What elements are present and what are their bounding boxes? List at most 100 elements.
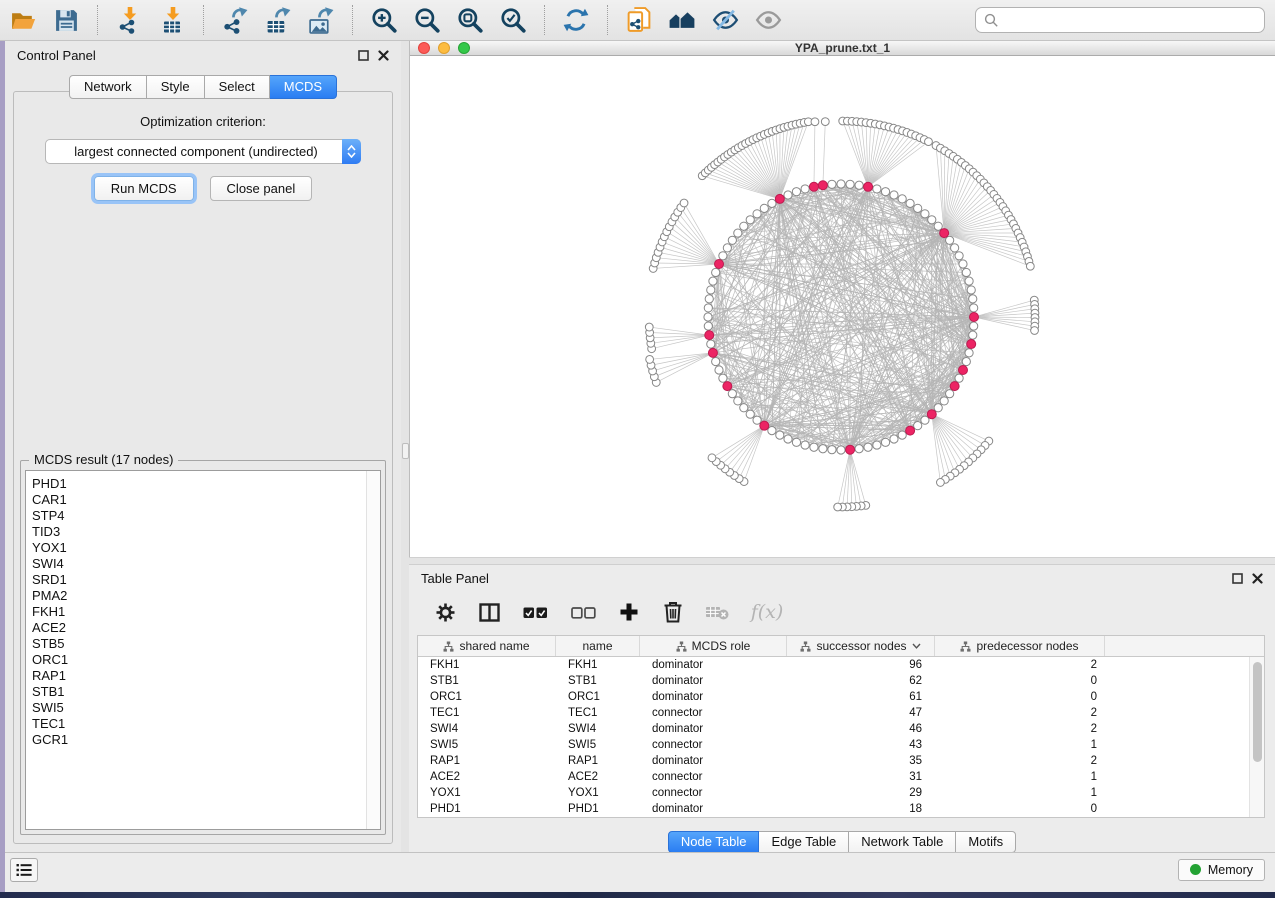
network-graph bbox=[410, 56, 1275, 552]
show-columns-icon[interactable] bbox=[477, 600, 501, 624]
mcds-result-scrollbar[interactable] bbox=[366, 471, 380, 829]
zoom-in-icon[interactable] bbox=[369, 5, 399, 35]
search-field[interactable] bbox=[975, 7, 1265, 33]
table-scrollbar-thumb[interactable] bbox=[1253, 662, 1262, 762]
network-canvas[interactable] bbox=[410, 56, 1275, 557]
node-table-body: FKH1 FKH1 dominator 96 2 STB1 STB1 bbox=[418, 657, 1264, 817]
mcds-result-item[interactable]: CAR1 bbox=[32, 492, 380, 508]
select-stepper-icon bbox=[342, 139, 361, 164]
close-panel-icon[interactable] bbox=[1252, 573, 1263, 584]
import-network-icon[interactable] bbox=[114, 5, 144, 35]
table-row[interactable]: ORC1 ORC1 dominator 61 0 bbox=[418, 689, 1264, 705]
mcds-result-item[interactable]: PHD1 bbox=[32, 476, 380, 492]
vertical-splitter[interactable] bbox=[401, 41, 409, 858]
zoom-out-icon[interactable] bbox=[412, 5, 442, 35]
network-view-window: YPA_prune.txt_1 bbox=[409, 41, 1275, 557]
table-tabs: Node Table Edge Table Network Table Moti… bbox=[409, 831, 1275, 853]
main-toolbar bbox=[0, 0, 1275, 41]
close-panel-icon[interactable] bbox=[378, 50, 389, 61]
select-all-icon[interactable] bbox=[521, 600, 549, 624]
table-row[interactable]: FKH1 FKH1 dominator 96 2 bbox=[418, 657, 1264, 673]
mcds-result-item[interactable]: FKH1 bbox=[32, 604, 380, 620]
node-table: shared name name MCDS role successor nod… bbox=[417, 635, 1265, 818]
search-input[interactable] bbox=[1004, 13, 1256, 28]
mcds-result-item[interactable]: GCR1 bbox=[32, 732, 380, 748]
splitter-grip[interactable] bbox=[402, 443, 409, 459]
open-file-icon[interactable] bbox=[8, 5, 38, 35]
status-bar: Memory bbox=[0, 852, 1275, 886]
table-row[interactable]: ACE2 ACE2 connector 31 1 bbox=[418, 769, 1264, 785]
tab-motifs[interactable]: Motifs bbox=[956, 831, 1016, 853]
close-panel-button[interactable]: Close panel bbox=[210, 176, 313, 201]
tree-column-icon bbox=[800, 641, 811, 652]
save-session-icon[interactable] bbox=[51, 5, 81, 35]
table-row[interactable]: SWI4 SWI4 dominator 46 2 bbox=[418, 721, 1264, 737]
mcds-result-item[interactable]: ORC1 bbox=[32, 652, 380, 668]
mcds-result-item[interactable]: PMA2 bbox=[32, 588, 380, 604]
delete-columns-trash-icon[interactable] bbox=[661, 600, 685, 624]
tab-network-table[interactable]: Network Table bbox=[849, 831, 956, 853]
horizontal-splitter[interactable] bbox=[409, 557, 1275, 565]
import-table-icon[interactable] bbox=[157, 5, 187, 35]
show-hidden-eye-icon[interactable] bbox=[753, 5, 783, 35]
deselect-all-icon[interactable] bbox=[569, 600, 597, 624]
mcds-result-item[interactable]: YOX1 bbox=[32, 540, 380, 556]
zoom-selected-icon[interactable] bbox=[498, 5, 528, 35]
toolbar-separator bbox=[607, 5, 608, 35]
float-panel-icon[interactable] bbox=[1232, 573, 1243, 584]
table-row[interactable]: PHD1 PHD1 dominator 18 0 bbox=[418, 801, 1264, 817]
tab-style[interactable]: Style bbox=[147, 75, 205, 99]
column-header-predecessor-nodes[interactable]: predecessor nodes bbox=[935, 636, 1105, 656]
sort-desc-icon bbox=[912, 643, 921, 649]
table-row[interactable]: YOX1 YOX1 connector 29 1 bbox=[418, 785, 1264, 801]
run-mcds-button[interactable]: Run MCDS bbox=[94, 176, 194, 201]
tab-edge-table[interactable]: Edge Table bbox=[759, 831, 849, 853]
mcds-result-item[interactable]: SWI5 bbox=[32, 700, 380, 716]
export-table-icon[interactable] bbox=[263, 5, 293, 35]
show-networks-home-icon[interactable] bbox=[667, 5, 697, 35]
column-header-successor-nodes[interactable]: successor nodes bbox=[787, 636, 935, 656]
clone-network-icon[interactable] bbox=[624, 5, 654, 35]
mcds-result-item[interactable]: TEC1 bbox=[32, 716, 380, 732]
tab-network[interactable]: Network bbox=[69, 75, 147, 99]
network-window-titlebar[interactable]: YPA_prune.txt_1 bbox=[410, 41, 1275, 56]
mcds-result-item[interactable]: STB5 bbox=[32, 636, 380, 652]
memory-button[interactable]: Memory bbox=[1178, 859, 1265, 881]
mcds-result-item[interactable]: ACE2 bbox=[32, 620, 380, 636]
control-panel-title: Control Panel bbox=[17, 48, 96, 63]
toolbar-separator bbox=[544, 5, 545, 35]
table-settings-gear-icon[interactable] bbox=[433, 600, 457, 624]
tab-node-table[interactable]: Node Table bbox=[668, 831, 760, 853]
export-network-icon[interactable] bbox=[220, 5, 250, 35]
mcds-result-list[interactable]: PHD1CAR1STP4TID3YOX1SWI4SRD1PMA2FKH1ACE2… bbox=[25, 470, 381, 830]
add-column-icon[interactable] bbox=[617, 600, 641, 624]
table-scrollbar[interactable] bbox=[1249, 657, 1264, 817]
hide-selected-eye-slash-icon[interactable] bbox=[710, 5, 740, 35]
table-row[interactable]: TEC1 TEC1 connector 47 2 bbox=[418, 705, 1264, 721]
desktop-background-bottom bbox=[0, 892, 1275, 898]
mcds-result-item[interactable]: TID3 bbox=[32, 524, 380, 540]
column-header-mcds-role[interactable]: MCDS role bbox=[640, 636, 787, 656]
export-image-icon[interactable] bbox=[306, 5, 336, 35]
mcds-result-item[interactable]: SRD1 bbox=[32, 572, 380, 588]
mcds-result-item[interactable]: STB1 bbox=[32, 684, 380, 700]
column-header-shared-name[interactable]: shared name bbox=[418, 636, 556, 656]
mcds-result-item[interactable]: SWI4 bbox=[32, 556, 380, 572]
zoom-fit-icon[interactable] bbox=[455, 5, 485, 35]
table-row[interactable]: STB1 STB1 dominator 62 0 bbox=[418, 673, 1264, 689]
tab-mcds[interactable]: MCDS bbox=[270, 75, 337, 99]
table-row[interactable]: SWI5 SWI5 connector 43 1 bbox=[418, 737, 1264, 753]
tree-column-icon bbox=[676, 641, 687, 652]
refresh-layout-icon[interactable] bbox=[561, 5, 591, 35]
table-row[interactable]: RAP1 RAP1 dominator 35 2 bbox=[418, 753, 1264, 769]
tab-select[interactable]: Select bbox=[205, 75, 270, 99]
table-panel-title: Table Panel bbox=[421, 571, 489, 586]
float-panel-icon[interactable] bbox=[358, 50, 369, 61]
mcds-result-item[interactable]: RAP1 bbox=[32, 668, 380, 684]
delete-table-icon-disabled bbox=[705, 600, 729, 624]
column-header-name[interactable]: name bbox=[556, 636, 640, 656]
optimization-criterion-select[interactable]: largest connected component (undirected) bbox=[45, 139, 361, 164]
task-history-button[interactable] bbox=[10, 858, 38, 882]
mcds-result-item[interactable]: STP4 bbox=[32, 508, 380, 524]
cytoscape-window: Control Panel Network Style Select MCDS … bbox=[0, 0, 1275, 892]
